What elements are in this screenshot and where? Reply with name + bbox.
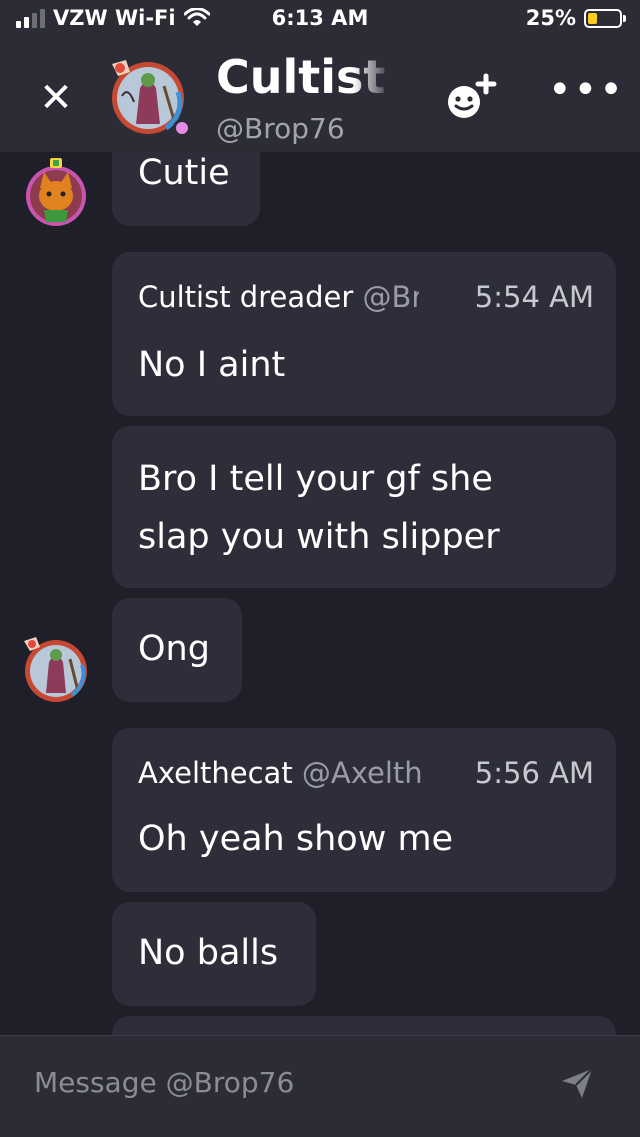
message-author-handle: @Brop76 bbox=[362, 280, 419, 314]
message-text: Bro I tell your gf she bbox=[138, 459, 493, 499]
more-options-icon[interactable]: ••• bbox=[548, 70, 623, 110]
message-input[interactable]: Message @Brop76 bbox=[34, 1066, 294, 1099]
online-status-icon bbox=[176, 122, 188, 134]
message-bubble[interactable]: Bro I tell your gf she slap you with sli… bbox=[112, 426, 616, 588]
message-timestamp: 5:56 AM bbox=[474, 756, 594, 790]
message-author[interactable]: Cultist dreader bbox=[138, 280, 353, 314]
message-text: slap you with slipper bbox=[138, 517, 500, 557]
conversation-header: ✕ Cultist dreader @Brop76 ••• bbox=[0, 40, 640, 152]
message-bubble[interactable] bbox=[112, 1016, 616, 1035]
message-composer: Message @Brop76 bbox=[0, 1035, 640, 1137]
message-author[interactable]: Axelthecat bbox=[138, 756, 293, 790]
message-list[interactable]: Cutie Cultist dreader @Brop76 5:54 AM No… bbox=[0, 152, 640, 1035]
user-avatar[interactable] bbox=[108, 56, 188, 136]
message-text: No I aint bbox=[138, 345, 286, 385]
message-meta: Cultist dreader @Brop76 5:54 AM bbox=[138, 280, 594, 320]
message-bubble[interactable]: Cutie bbox=[112, 152, 260, 226]
close-icon[interactable]: ✕ bbox=[36, 78, 76, 118]
send-icon[interactable] bbox=[560, 1066, 594, 1100]
message-text: Cutie bbox=[138, 153, 230, 193]
status-bar: VZW Wi-Fi 6:13 AM 25% bbox=[0, 0, 640, 40]
message-bubble[interactable]: Cultist dreader @Brop76 5:54 AM No I ain… bbox=[112, 252, 616, 416]
message-bubble[interactable]: No balls bbox=[112, 902, 316, 1006]
battery-percent: 25% bbox=[525, 6, 576, 30]
message-bubble[interactable]: Axelthecat @Axelthecat 5:56 AM Oh yeah s… bbox=[112, 728, 616, 892]
battery-icon bbox=[584, 8, 626, 28]
conversation-title: Cultist dreader bbox=[216, 50, 392, 104]
user-avatar[interactable] bbox=[22, 158, 90, 226]
message-bubble[interactable]: Ong bbox=[112, 598, 242, 702]
message-meta: Axelthecat @Axelthecat 5:56 AM bbox=[138, 756, 594, 796]
message-timestamp: 5:54 AM bbox=[474, 280, 594, 314]
message-text: Ong bbox=[138, 629, 210, 669]
add-friend-icon[interactable] bbox=[444, 72, 500, 122]
message-author-handle: @Axelthecat bbox=[301, 756, 422, 790]
message-text: Oh yeah show me bbox=[138, 819, 454, 859]
message-text: No balls bbox=[138, 933, 279, 973]
conversation-handle: @Brop76 bbox=[216, 112, 345, 145]
user-avatar[interactable] bbox=[22, 635, 90, 703]
